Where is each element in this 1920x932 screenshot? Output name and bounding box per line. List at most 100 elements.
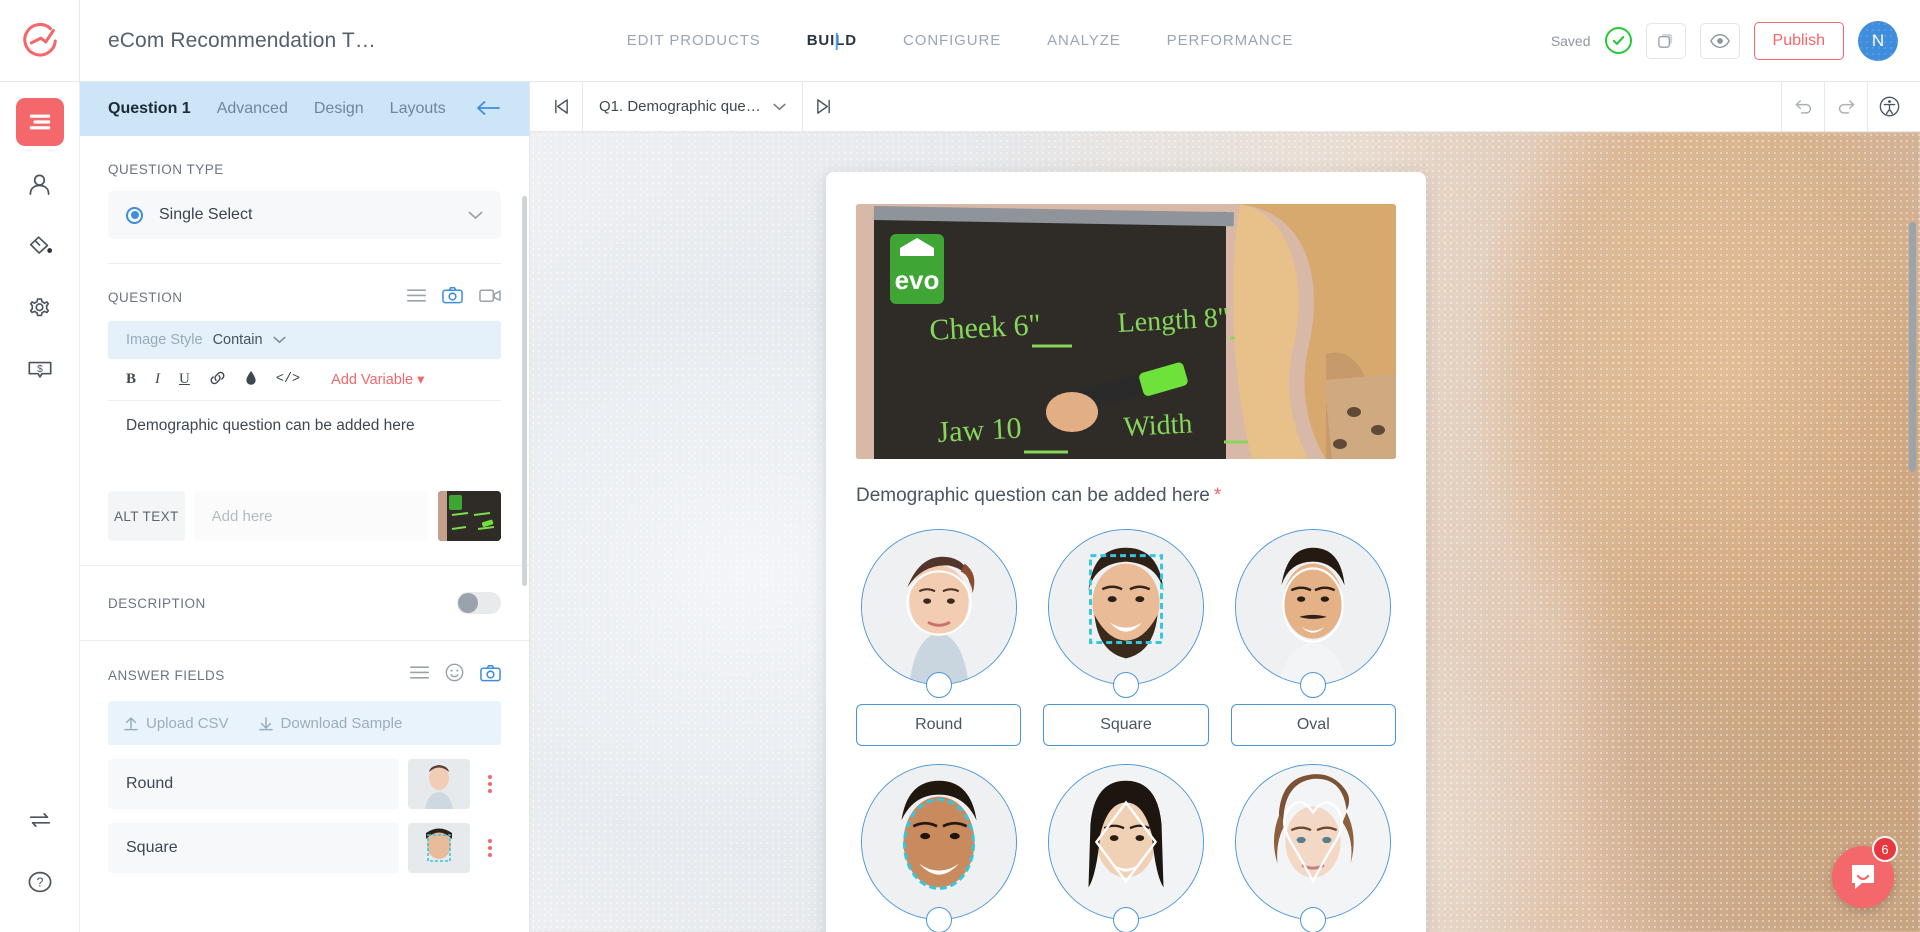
- icon-rail: $ ?: [0, 82, 80, 932]
- answer-fields-header: ANSWER FIELDS: [108, 663, 501, 687]
- option-radio-round[interactable]: [925, 672, 952, 698]
- tab-layouts[interactable]: Layouts: [390, 100, 446, 118]
- answer-row-menu[interactable]: [479, 839, 501, 857]
- upload-csv-button[interactable]: Upload CSV: [124, 715, 229, 732]
- paint-bucket-icon: [29, 236, 52, 254]
- nav-build-label: BUILD: [806, 32, 858, 49]
- option-radio-heart[interactable]: [1300, 907, 1327, 932]
- link-icon[interactable]: [209, 371, 226, 388]
- question-selector[interactable]: Q1. Demographic que…: [583, 82, 802, 131]
- bold-button[interactable]: B: [126, 372, 136, 387]
- rail-item-pricing[interactable]: $: [16, 346, 64, 394]
- code-button[interactable]: </>: [276, 373, 300, 387]
- rail-item-settings[interactable]: [16, 284, 64, 332]
- image-style-bar[interactable]: Image Style Contain: [108, 321, 501, 359]
- rail-item-sync[interactable]: [16, 796, 64, 844]
- rail-item-questions[interactable]: [15, 98, 64, 146]
- option-image-square[interactable]: [1047, 529, 1204, 685]
- user-avatar[interactable]: N: [1858, 20, 1898, 61]
- option-radio-square[interactable]: [1112, 672, 1139, 698]
- square-face: [1048, 530, 1203, 684]
- rail-item-audience[interactable]: [16, 160, 64, 208]
- option-radio-diamond[interactable]: [1112, 907, 1139, 932]
- nav-analyze[interactable]: ANALYZE: [1047, 32, 1121, 49]
- tab-question-1[interactable]: Question 1: [108, 100, 191, 118]
- camera-icon[interactable]: [442, 286, 463, 309]
- add-variable-button[interactable]: Add Variable ▾: [331, 372, 424, 388]
- eye-icon: [1709, 33, 1730, 48]
- nav-edit-products[interactable]: EDIT PRODUCTS: [627, 32, 761, 49]
- answer-thumbnail[interactable]: [408, 823, 470, 873]
- underline-button[interactable]: U: [179, 372, 190, 387]
- nav-configure[interactable]: CONFIGURE: [903, 32, 1001, 49]
- nav-performance[interactable]: PERFORMANCE: [1167, 32, 1294, 49]
- description-toggle[interactable]: [457, 592, 501, 614]
- video-icon[interactable]: [479, 288, 501, 308]
- undo-button[interactable]: [1782, 82, 1824, 131]
- preview-button[interactable]: [1699, 22, 1740, 59]
- next-question-button[interactable]: [803, 82, 845, 131]
- list-icon[interactable]: [407, 288, 426, 307]
- nav-build[interactable]: BUILD: [806, 32, 858, 50]
- oval-face: [1236, 530, 1391, 684]
- list-icon[interactable]: [410, 666, 429, 684]
- color-droplet-icon[interactable]: [245, 370, 257, 389]
- upload-csv-label: Upload CSV: [146, 714, 229, 732]
- alt-text-input[interactable]: [193, 491, 429, 541]
- panel-collapse-button[interactable]: [475, 98, 501, 120]
- option-image-oblong[interactable]: [860, 764, 1017, 920]
- redo-button[interactable]: [1825, 82, 1867, 131]
- answer-row: Round: [108, 759, 501, 809]
- question-text-editor[interactable]: Demographic question can be added here: [108, 401, 501, 489]
- italic-button[interactable]: I: [155, 372, 160, 387]
- emoji-icon[interactable]: [445, 663, 464, 687]
- option-image-heart[interactable]: [1235, 764, 1392, 920]
- main-nav: EDIT PRODUCTS BUILD CONFIGURE ANALYZE PE…: [627, 0, 1294, 82]
- option-image-oval[interactable]: [1235, 529, 1392, 685]
- canvas-scrollbar[interactable]: [1909, 222, 1916, 472]
- option-button-round[interactable]: Round: [856, 704, 1022, 746]
- radio-selected-icon: [126, 206, 143, 224]
- question-type-section: QUESTION TYPE Single Select: [80, 136, 529, 264]
- options-row-1: Round Square Oval: [856, 529, 1396, 746]
- option-radio-oblong[interactable]: [925, 907, 952, 932]
- svg-text:evo: evo: [895, 265, 940, 295]
- panel-content: QUESTION TYPE Single Select QUESTION Ima…: [80, 136, 529, 893]
- rail-item-theme[interactable]: [16, 222, 64, 270]
- description-label: DESCRIPTION: [108, 595, 206, 611]
- accessibility-button[interactable]: [1868, 82, 1910, 131]
- tab-advanced[interactable]: Advanced: [217, 100, 288, 118]
- answer-label-input[interactable]: Round: [108, 759, 399, 809]
- check-circle-icon: [1604, 27, 1632, 54]
- document-title[interactable]: eCom Recommendation T…: [108, 29, 376, 53]
- money-tag-icon: $: [27, 361, 52, 378]
- answer-fields-section: ANSWER FIELDS Upload CSV Download Sample…: [80, 641, 529, 873]
- question-image-thumbnail[interactable]: [437, 491, 501, 541]
- app-logo[interactable]: [0, 0, 80, 82]
- answer-label-input[interactable]: Square: [108, 823, 399, 873]
- camera-icon[interactable]: [480, 664, 501, 687]
- answer-thumbnail[interactable]: [408, 759, 470, 809]
- option-radio-oval[interactable]: [1300, 672, 1327, 698]
- question-preview-card: evo Cheek 6" Length 8" Jaw 10 Width Demo…: [826, 172, 1426, 932]
- answer-row-menu[interactable]: [479, 775, 501, 793]
- tab-design[interactable]: Design: [314, 100, 364, 118]
- option-image-round[interactable]: [860, 529, 1017, 685]
- panel-scrollbar[interactable]: [522, 196, 527, 586]
- previous-question-button[interactable]: [540, 82, 582, 131]
- top-bar: eCom Recommendation T… EDIT PRODUCTS BUI…: [0, 0, 1920, 82]
- option-button-square[interactable]: Square: [1043, 704, 1209, 746]
- question-type-label: QUESTION TYPE: [108, 162, 224, 177]
- question-type-select[interactable]: Single Select: [108, 191, 501, 239]
- chevron-down-icon: ▾: [417, 371, 425, 388]
- option-image-diamond[interactable]: [1047, 764, 1204, 920]
- duplicate-button[interactable]: [1645, 22, 1686, 59]
- option-heart: [1231, 764, 1396, 932]
- publish-button[interactable]: Publish: [1753, 21, 1844, 60]
- download-sample-button[interactable]: Download Sample: [258, 715, 402, 732]
- option-button-oval[interactable]: Oval: [1230, 704, 1396, 746]
- accessibility-icon: [1879, 96, 1899, 117]
- rail-item-help[interactable]: ?: [16, 858, 64, 906]
- panel-tab-bar: Question 1 Advanced Design Layouts: [80, 82, 529, 136]
- csv-actions-bar: Upload CSV Download Sample: [108, 701, 501, 745]
